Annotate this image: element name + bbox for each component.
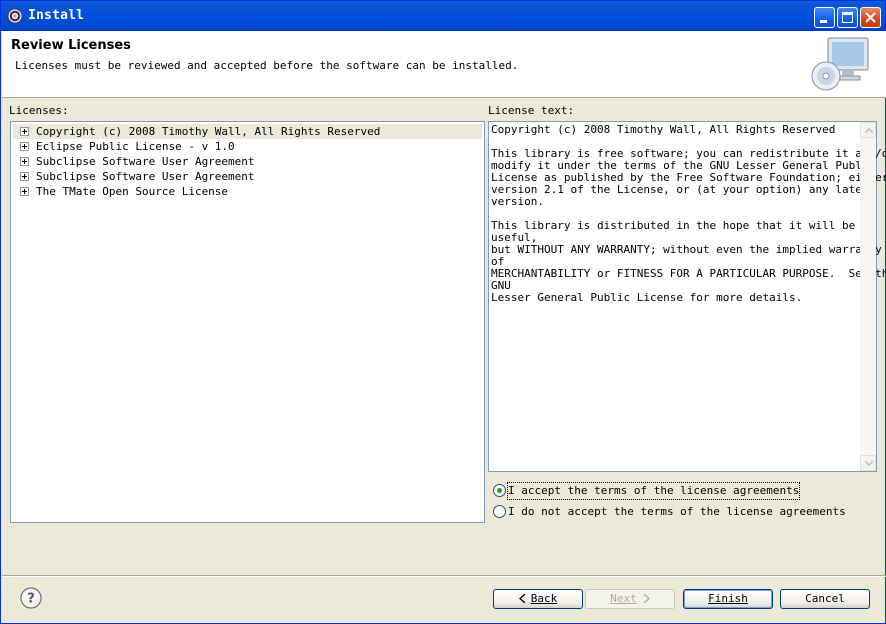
maximize-button[interactable]: [837, 7, 858, 28]
chevron-left-icon: [518, 593, 526, 604]
licenses-tree[interactable]: Copyright (c) 2008 Timothy Wall, All Rig…: [10, 121, 485, 523]
tree-item[interactable]: Copyright (c) 2008 Timothy Wall, All Rig…: [13, 124, 482, 139]
cancel-button[interactable]: Cancel: [780, 589, 870, 609]
accept-radio-option[interactable]: I accept the terms of the license agreem…: [493, 482, 801, 500]
next-button-label: Next: [610, 592, 637, 605]
install-dialog: Install Review Licenses Licenses must be…: [0, 0, 886, 624]
expand-plus-icon[interactable]: [20, 157, 29, 166]
vertical-scrollbar[interactable]: [860, 122, 876, 471]
page-title: Review Licenses: [11, 38, 131, 53]
accept-radio-label[interactable]: I accept the terms of the license agreem…: [506, 482, 801, 500]
tree-item-label: Eclipse Public License - v 1.0: [36, 140, 235, 153]
page-description: Licenses must be reviewed and accepted b…: [15, 59, 519, 72]
tree-item[interactable]: The TMate Open Source License: [13, 184, 482, 199]
tree-item[interactable]: Subclipse Software User Agreement: [13, 154, 482, 169]
tree-item-label: Subclipse Software User Agreement: [36, 170, 255, 183]
license-text-content: Copyright (c) 2008 Timothy Wall, All Rig…: [491, 123, 886, 304]
decline-radio-option[interactable]: I do not accept the terms of the license…: [493, 503, 846, 519]
close-icon: [865, 12, 876, 23]
svg-text:?: ?: [27, 592, 35, 607]
licenses-label: Licenses:: [9, 104, 69, 117]
chevron-up-icon: [865, 128, 873, 133]
maximize-icon: [842, 12, 853, 23]
accept-radio[interactable]: [493, 484, 506, 497]
minimize-icon: [820, 20, 827, 23]
eclipse-app-icon: [7, 8, 23, 24]
close-button[interactable]: [860, 7, 881, 28]
expand-plus-icon[interactable]: [20, 172, 29, 181]
tree-item[interactable]: Subclipse Software User Agreement: [13, 169, 482, 184]
tree-item-label: Copyright (c) 2008 Timothy Wall, All Rig…: [36, 125, 381, 138]
tree-item-label: Subclipse Software User Agreement: [36, 155, 255, 168]
scroll-down-button[interactable]: [860, 455, 876, 471]
expand-plus-icon[interactable]: [20, 127, 29, 136]
license-text-area[interactable]: Copyright (c) 2008 Timothy Wall, All Rig…: [488, 121, 886, 472]
back-button[interactable]: Back: [493, 589, 583, 609]
finish-button-label: Finish: [708, 592, 748, 605]
next-button[interactable]: Next: [585, 589, 675, 609]
cancel-button-label: Cancel: [805, 592, 845, 605]
expand-plus-icon[interactable]: [20, 187, 29, 196]
tree-item-label: The TMate Open Source License: [36, 185, 229, 198]
help-icon[interactable]: ?: [20, 587, 42, 609]
chevron-right-icon: [643, 593, 650, 604]
scroll-up-button[interactable]: [860, 122, 876, 138]
footer-separator: [2, 575, 886, 577]
decline-radio-label[interactable]: I do not accept the terms of the license…: [508, 504, 846, 520]
chevron-down-icon: [865, 461, 873, 466]
title-bar[interactable]: Install: [1, 1, 885, 31]
tree-item[interactable]: Eclipse Public License - v 1.0: [13, 139, 482, 154]
wizard-header: Review Licenses Licenses must be reviewe…: [2, 31, 886, 98]
window-title: Install: [28, 8, 85, 23]
minimize-button[interactable]: [814, 7, 835, 28]
install-banner-icon: [811, 37, 869, 91]
back-button-label: Back: [530, 592, 558, 605]
decline-radio[interactable]: [493, 505, 506, 518]
license-text-label: License text:: [488, 104, 575, 117]
expand-plus-icon[interactable]: [20, 142, 29, 151]
finish-button[interactable]: Finish: [683, 589, 773, 609]
